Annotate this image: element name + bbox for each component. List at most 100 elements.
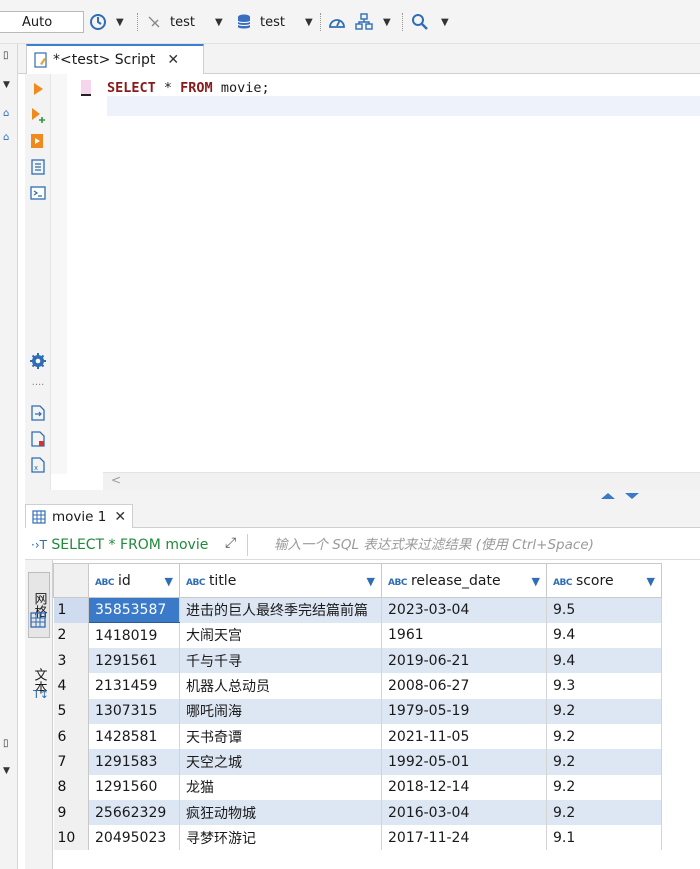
close-icon[interactable]: ✕ [114, 509, 126, 525]
cell-title[interactable]: 天空之城 [179, 749, 382, 775]
row-number-header[interactable] [53, 563, 89, 598]
cell-score[interactable]: 9.4 [546, 622, 662, 649]
filter-input[interactable]: 输入一个 SQL 表达式来过滤结果 (使用 Ctrl+Space) [247, 534, 700, 556]
cell-id[interactable]: 2131459 [88, 673, 180, 699]
terminal-icon[interactable] [29, 184, 47, 202]
datasource-select[interactable]: test ▼ [146, 11, 223, 33]
history-button[interactable]: ▼ [88, 11, 124, 33]
panel-caret-icon[interactable]: ▼ [3, 80, 10, 90]
history-caret-icon[interactable]: ▼ [116, 17, 124, 28]
cell-score[interactable]: 9.2 [546, 723, 662, 750]
sql-editor[interactable]: SELECT * FROM movie; [67, 74, 700, 472]
row-number[interactable]: 8 [53, 774, 89, 800]
column-header-score[interactable]: ABC score ▼ [546, 563, 662, 598]
cell-id[interactable]: 1291561 [88, 648, 180, 674]
panel-caret-icon[interactable]: ▼ [3, 766, 10, 776]
cell-title[interactable]: 寻梦环游记 [179, 825, 382, 851]
row-number[interactable]: 2 [53, 622, 89, 649]
row-number[interactable]: 5 [53, 698, 89, 724]
cell-title[interactable]: 哪吒闹海 [179, 698, 382, 724]
column-header-id[interactable]: ABC id ▼ [88, 563, 180, 598]
cell-title[interactable]: 千与千寻 [179, 648, 382, 674]
editor-results-splitter[interactable] [25, 490, 700, 504]
file-error-icon[interactable] [29, 430, 47, 448]
tab-results-movie[interactable]: movie 1 ✕ [25, 504, 133, 528]
cell-release-date[interactable]: 2023-03-04 [381, 597, 547, 623]
cell-score[interactable]: 9.5 [546, 597, 662, 623]
table-row[interactable]: 8 1291560 龙猫 2018-12-14 9.2 [53, 774, 662, 800]
cell-id[interactable]: 35853587 [88, 596, 180, 624]
table-row[interactable]: 6 1428581 天书奇谭 2021-11-05 9.2 [53, 723, 662, 750]
table-row[interactable]: 9 25662329 疯狂动物城 2016-03-04 9.2 [53, 799, 662, 826]
network-caret-icon[interactable]: ▼ [383, 17, 391, 28]
cell-id[interactable]: 25662329 [88, 799, 180, 826]
cell-release-date[interactable]: 2008-06-27 [381, 673, 547, 699]
panel-handle-icon[interactable]: ▯ [3, 50, 9, 61]
table-row[interactable]: 7 1291583 天空之城 1992-05-01 9.2 [53, 749, 662, 775]
cell-title[interactable]: 疯狂动物城 [179, 799, 382, 826]
export-icon[interactable] [29, 404, 47, 422]
table-row[interactable]: 2 1418019 大闹天宫 1961 9.4 [53, 622, 662, 649]
row-number[interactable]: 10 [53, 825, 89, 851]
cell-score[interactable]: 9.3 [546, 673, 662, 699]
cell-score[interactable]: 9.2 [546, 749, 662, 775]
cell-score[interactable]: 9.2 [546, 774, 662, 800]
column-menu-icon[interactable]: ▼ [165, 575, 173, 588]
result-grid[interactable]: ABC id ▼ ABC title ▼ ABC release_date ▼ ABC sco… [53, 563, 662, 851]
cell-release-date[interactable]: 2016-03-04 [381, 799, 547, 826]
expand-filter-icon[interactable]: ⤢ [225, 535, 236, 551]
maximize-results-icon[interactable] [625, 493, 639, 499]
row-number[interactable]: 4 [53, 673, 89, 699]
close-icon[interactable]: ✕ [167, 52, 179, 68]
row-number[interactable]: 3 [53, 648, 89, 674]
cell-title[interactable]: 天书奇谭 [179, 723, 382, 750]
cell-title[interactable]: 大闹天宫 [179, 622, 382, 649]
column-menu-icon[interactable]: ▼ [532, 575, 540, 588]
query-text-link[interactable]: ·›T SELECT * FROM movie [31, 537, 208, 553]
cell-release-date[interactable]: 2019-06-21 [381, 648, 547, 674]
execute-statement-icon[interactable] [29, 80, 47, 98]
cell-release-date[interactable]: 2021-11-05 [381, 723, 547, 750]
cell-id[interactable]: 1291560 [88, 774, 180, 800]
cell-score[interactable]: 9.4 [546, 648, 662, 674]
tab-script[interactable]: *<test> Script ✕ [26, 44, 204, 74]
search-button[interactable]: ▼ [411, 11, 449, 33]
settings-gear-icon[interactable] [29, 352, 47, 370]
cell-id[interactable]: 20495023 [88, 825, 180, 851]
explain-plan-icon[interactable] [29, 158, 47, 176]
search-caret-icon[interactable]: ▼ [441, 17, 449, 28]
cell-release-date[interactable]: 1979-05-19 [381, 698, 547, 724]
column-header-release-date[interactable]: ABC release_date ▼ [381, 563, 547, 598]
row-number[interactable]: 6 [53, 723, 89, 750]
scroll-left-icon[interactable]: < [111, 473, 121, 487]
panel-handle-icon[interactable]: ▯ [3, 738, 9, 749]
column-header-title[interactable]: ABC title ▼ [179, 563, 382, 598]
table-row[interactable]: 3 1291561 千与千寻 2019-06-21 9.4 [53, 648, 662, 674]
tab-text-view[interactable]: 文本 [28, 652, 50, 710]
transaction-mode-select[interactable]: Auto [0, 11, 84, 33]
cell-release-date[interactable]: 1992-05-01 [381, 749, 547, 775]
cell-id[interactable]: 1428581 [88, 723, 180, 750]
cell-title[interactable]: 机器人总动员 [179, 673, 382, 699]
table-row[interactable]: 5 1307315 哪吒闹海 1979-05-19 9.2 [53, 698, 662, 724]
cell-release-date[interactable]: 1961 [381, 622, 547, 649]
row-number[interactable]: 1 [53, 597, 89, 623]
maximize-editor-icon[interactable] [601, 493, 615, 499]
sql-code-line[interactable]: SELECT * FROM movie; [107, 80, 270, 96]
variables-icon[interactable]: x [29, 456, 47, 474]
cell-score[interactable]: 9.2 [546, 698, 662, 724]
cell-score[interactable]: 9.1 [546, 825, 662, 851]
execute-new-tab-icon[interactable] [29, 106, 47, 124]
editor-horizontal-scrollbar[interactable]: < [103, 472, 700, 490]
row-number[interactable]: 7 [53, 749, 89, 775]
table-row[interactable]: 1 35853587 进击的巨人最终季完结篇前篇 2023-03-04 9.5 [53, 596, 662, 624]
network-button[interactable]: ▼ [355, 11, 391, 33]
table-row[interactable]: 4 2131459 机器人总动员 2008-06-27 9.3 [53, 673, 662, 699]
column-menu-icon[interactable]: ▼ [647, 575, 655, 588]
tab-grid-view[interactable]: 网格 [28, 572, 50, 638]
cell-id[interactable]: 1418019 [88, 622, 180, 649]
column-menu-icon[interactable]: ▼ [367, 575, 375, 588]
cell-release-date[interactable]: 2018-12-14 [381, 774, 547, 800]
row-number[interactable]: 9 [53, 799, 89, 826]
cell-release-date[interactable]: 2017-11-24 [381, 825, 547, 851]
